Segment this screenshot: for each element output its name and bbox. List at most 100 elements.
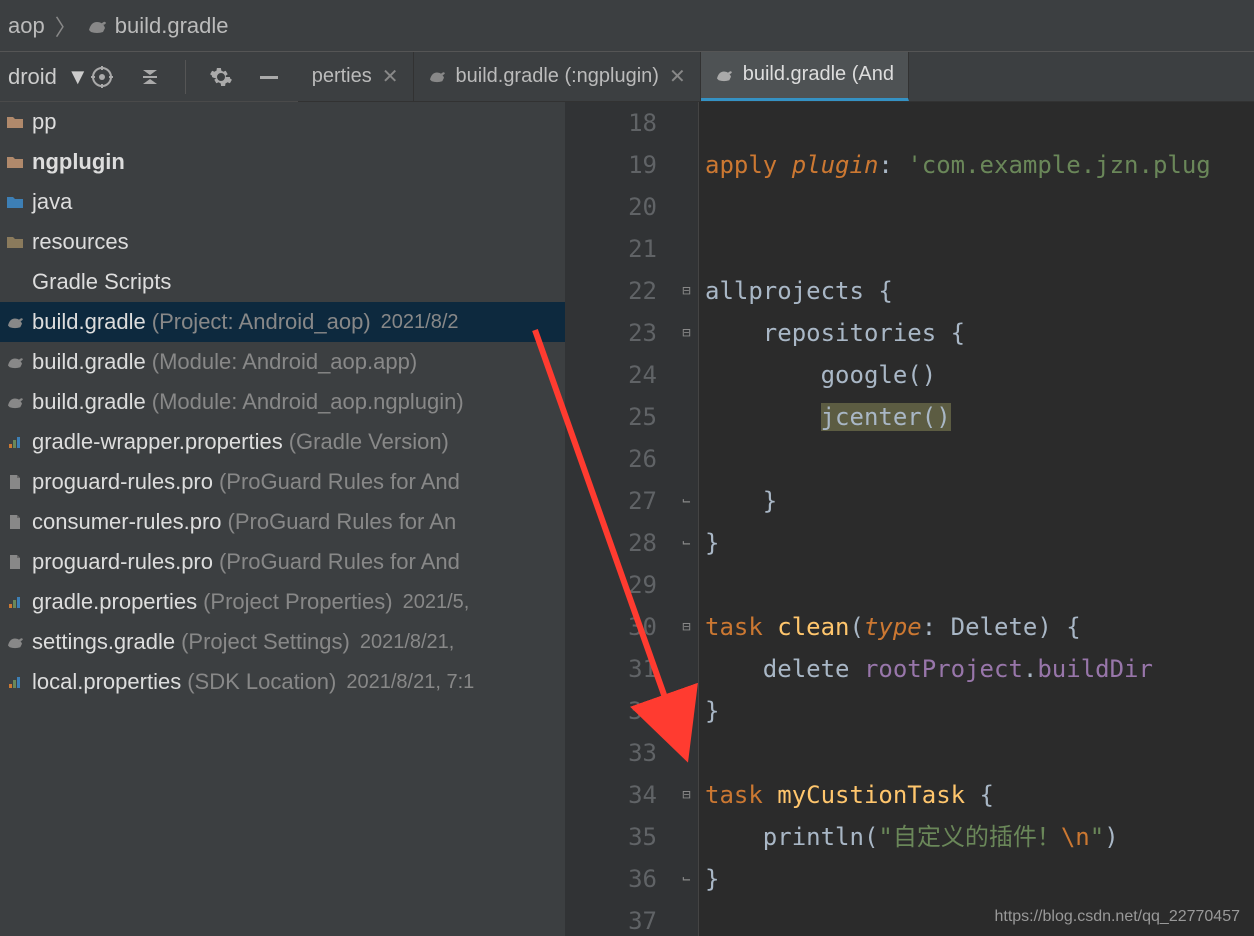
line-number: 24 xyxy=(565,354,657,396)
editor-area: 18192021222324252627282930▶31323334▶3536… xyxy=(565,102,1254,936)
tree-item[interactable]: pp xyxy=(0,102,565,142)
tree-item-date: 2021/8/21, xyxy=(360,631,455,654)
code-line[interactable]: } xyxy=(705,690,1254,732)
fold-column[interactable]: ⊟⊟⌙⌙⊟⌙⊟⌙ xyxy=(675,102,699,936)
tree-item-date: 2021/5, xyxy=(403,591,470,614)
line-number: 37 xyxy=(565,900,657,936)
folder-icon xyxy=(4,115,26,129)
tree-item[interactable]: gradle-wrapper.properties(Gradle Version… xyxy=(0,422,565,462)
close-icon[interactable]: ✕ xyxy=(382,64,399,89)
tree-item[interactable]: settings.gradle(Project Settings)2021/8/… xyxy=(0,622,565,662)
fold-marker xyxy=(675,102,698,144)
gradle-icon xyxy=(4,355,26,369)
fold-marker xyxy=(675,900,698,936)
tree-item-label: proguard-rules.pro xyxy=(32,469,213,495)
fold-marker[interactable]: ⌙ xyxy=(675,690,698,732)
line-number: 35 xyxy=(565,816,657,858)
code-line[interactable] xyxy=(705,228,1254,270)
editor-tab[interactable]: perties ✕ xyxy=(298,52,414,101)
gradle-icon xyxy=(715,68,733,82)
tree-item[interactable]: consumer-rules.pro(ProGuard Rules for An xyxy=(0,502,565,542)
tree-item-hint: (Gradle Version) xyxy=(289,429,449,455)
breadcrumb-separator: 〉 xyxy=(55,10,77,42)
code-line[interactable]: allprojects { xyxy=(705,270,1254,312)
tree-item-label: build.gradle xyxy=(32,309,146,335)
fold-marker xyxy=(675,438,698,480)
tree-item[interactable]: resources xyxy=(0,222,565,262)
fold-marker[interactable]: ⌙ xyxy=(675,522,698,564)
breadcrumb-item[interactable]: aop xyxy=(8,13,45,39)
line-number: 19 xyxy=(565,144,657,186)
code-line[interactable]: } xyxy=(705,522,1254,564)
code-line[interactable]: } xyxy=(705,480,1254,522)
close-icon[interactable]: ✕ xyxy=(669,64,686,89)
folder-res-icon xyxy=(4,235,26,249)
tree-item-label: gradle.properties xyxy=(32,589,197,615)
tree-item-label: gradle-wrapper.properties xyxy=(32,429,283,455)
gradle-icon xyxy=(4,315,26,329)
line-number: 23 xyxy=(565,312,657,354)
editor-tab[interactable]: build.gradle (:ngplugin) ✕ xyxy=(414,52,701,101)
line-number: 18 xyxy=(565,102,657,144)
breadcrumb-item[interactable]: build.gradle xyxy=(87,13,229,39)
fold-marker[interactable]: ⊟ xyxy=(675,270,698,312)
line-number: 29 xyxy=(565,564,657,606)
gear-icon[interactable] xyxy=(208,64,234,90)
tree-item[interactable]: Gradle Scripts xyxy=(0,262,565,302)
tree-item[interactable]: proguard-rules.pro(ProGuard Rules for An… xyxy=(0,542,565,582)
fold-marker xyxy=(675,228,698,270)
code-line[interactable]: task myCustionTask { xyxy=(705,774,1254,816)
tree-item-label: java xyxy=(32,189,72,215)
tree-item[interactable]: build.gradle(Module: Android_aop.app) xyxy=(0,342,565,382)
code-line[interactable] xyxy=(705,564,1254,606)
project-view-selector[interactable]: droid ▼ xyxy=(0,64,89,90)
folder-icon xyxy=(4,155,26,169)
code-line[interactable]: repositories { xyxy=(705,312,1254,354)
tree-item[interactable]: proguard-rules.pro(ProGuard Rules for An… xyxy=(0,462,565,502)
code-line[interactable]: task clean(type: Delete) { xyxy=(705,606,1254,648)
tree-item-date: 2021/8/21, 7:1 xyxy=(346,671,474,694)
code-line[interactable]: println("自定义的插件！\n") xyxy=(705,816,1254,858)
file-icon xyxy=(4,474,26,490)
line-number: 28 xyxy=(565,522,657,564)
fold-marker[interactable]: ⌙ xyxy=(675,480,698,522)
code-line[interactable] xyxy=(705,732,1254,774)
tree-item-label: settings.gradle xyxy=(32,629,175,655)
folder-blue-icon xyxy=(4,195,26,209)
tree-item[interactable]: local.properties(SDK Location)2021/8/21,… xyxy=(0,662,565,702)
tree-item[interactable]: ngplugin xyxy=(0,142,565,182)
line-number: 27 xyxy=(565,480,657,522)
target-icon[interactable] xyxy=(89,64,115,90)
tree-item-hint: (Project: Android_aop) xyxy=(152,309,371,335)
code-line[interactable]: } xyxy=(705,858,1254,900)
fold-marker[interactable]: ⊟ xyxy=(675,606,698,648)
tree-item[interactable]: build.gradle(Module: Android_aop.ngplugi… xyxy=(0,382,565,422)
code-line[interactable]: delete rootProject.buildDir xyxy=(705,648,1254,690)
collapse-icon[interactable] xyxy=(137,64,163,90)
code-line[interactable] xyxy=(705,102,1254,144)
editor-tab-active[interactable]: build.gradle (And xyxy=(701,52,909,101)
props-icon xyxy=(4,674,26,690)
fold-marker[interactable]: ⊟ xyxy=(675,312,698,354)
tree-item-hint: (ProGuard Rules for And xyxy=(219,469,460,495)
code-editor[interactable]: 18192021222324252627282930▶31323334▶3536… xyxy=(565,102,1254,936)
code-content[interactable]: apply plugin: 'com.example.jzn.plug allpr… xyxy=(699,102,1254,936)
tree-item-hint: (ProGuard Rules for And xyxy=(219,549,460,575)
tree-item-hint: (Module: Android_aop.ngplugin) xyxy=(152,389,464,415)
gradle-icon xyxy=(87,18,107,34)
code-line[interactable] xyxy=(705,438,1254,480)
fold-marker xyxy=(675,816,698,858)
tree-item[interactable]: java xyxy=(0,182,565,222)
code-line[interactable]: google() xyxy=(705,354,1254,396)
main-area: ppngpluginjavaresourcesGradle Scriptsbui… xyxy=(0,102,1254,936)
code-line[interactable]: apply plugin: 'com.example.jzn.plug xyxy=(705,144,1254,186)
tree-item[interactable]: gradle.properties(Project Properties)202… xyxy=(0,582,565,622)
tree-item[interactable]: build.gradle(Project: Android_aop)2021/8… xyxy=(0,302,565,342)
fold-marker[interactable]: ⊟ xyxy=(675,774,698,816)
hide-icon[interactable] xyxy=(256,64,282,90)
code-line[interactable] xyxy=(705,186,1254,228)
line-number: 25 xyxy=(565,396,657,438)
code-line[interactable]: jcenter() xyxy=(705,396,1254,438)
project-tree[interactable]: ppngpluginjavaresourcesGradle Scriptsbui… xyxy=(0,102,565,936)
fold-marker[interactable]: ⌙ xyxy=(675,858,698,900)
